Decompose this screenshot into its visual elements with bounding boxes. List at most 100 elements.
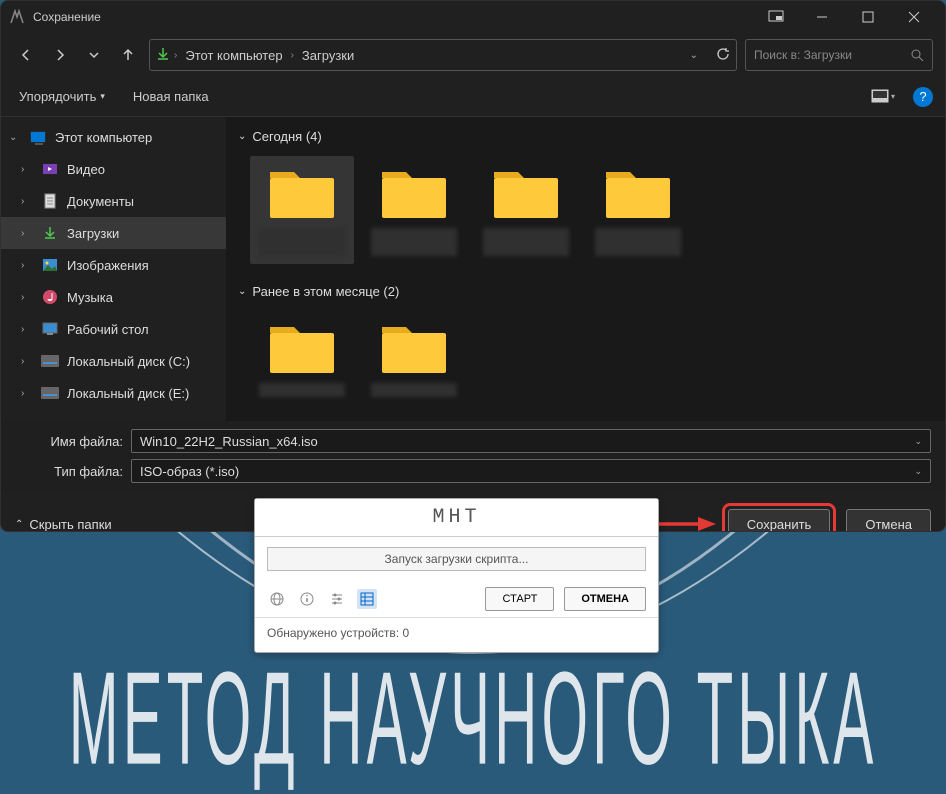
chevron-down-icon[interactable]: ⌄ <box>914 436 922 447</box>
tree-item-disk-e[interactable]: › Локальный диск (E:) <box>1 377 226 409</box>
folder-label-redacted <box>259 383 345 397</box>
help-button[interactable]: ? <box>913 87 933 107</box>
tree-item-music[interactable]: › Музыка <box>1 281 226 313</box>
folder-icon <box>266 164 338 222</box>
folder-label-redacted <box>483 228 569 256</box>
monitor-icon <box>29 128 47 146</box>
pip-button[interactable] <box>753 1 799 33</box>
tree-item-downloads[interactable]: › Загрузки <box>1 217 226 249</box>
images-icon <box>41 256 59 274</box>
folder-icon <box>602 164 674 222</box>
chevron-right-icon[interactable]: › <box>21 388 33 399</box>
video-icon <box>41 160 59 178</box>
secondary-toolbar: СТАРТ ОТМЕНА <box>255 581 658 617</box>
start-button[interactable]: СТАРТ <box>485 587 554 611</box>
list-view-icon[interactable] <box>357 589 377 609</box>
chevron-down-icon[interactable]: ⌄ <box>914 466 922 477</box>
chevron-down-icon: ⌄ <box>238 131 246 142</box>
chevron-right-icon[interactable]: › <box>21 164 33 175</box>
download-icon <box>156 47 170 64</box>
status-prefix: Обнаружено устройств: <box>267 626 402 640</box>
disk-icon <box>41 384 59 402</box>
secondary-app-window: MHT Запуск загрузки скрипта... СТАРТ ОТМ… <box>254 498 659 653</box>
title-bar: Сохранение <box>1 1 945 33</box>
search-input[interactable] <box>754 48 910 62</box>
folder-icon <box>378 319 450 377</box>
filename-label: Имя файла: <box>15 434 123 449</box>
filetype-combobox[interactable]: ISO-образ (*.iso) ⌄ <box>131 459 931 483</box>
settings-icon[interactable] <box>327 589 347 609</box>
toolbar: Упорядочить ▾ Новая папка ▾ ? <box>1 77 945 117</box>
tree-item-this-pc[interactable]: ⌄ Этот компьютер <box>1 121 226 153</box>
minimize-button[interactable] <box>799 1 845 33</box>
tree-item-pictures[interactable]: › Изображения <box>1 249 226 281</box>
tree-item-disk-c[interactable]: › Локальный диск (C:) <box>1 345 226 377</box>
filename-combobox[interactable]: ⌄ <box>131 429 931 453</box>
chevron-down-icon: ⌄ <box>238 286 246 297</box>
app-logo: MHT <box>432 506 480 529</box>
search-box[interactable] <box>745 39 933 71</box>
globe-icon[interactable] <box>267 589 287 609</box>
tree-item-documents[interactable]: › Документы <box>1 185 226 217</box>
chevron-down-icon[interactable]: ⌄ <box>690 50 698 61</box>
group-today: ⌄ Сегодня (4) <box>238 125 933 272</box>
breadcrumb-sep: › <box>291 50 294 61</box>
cancel-button[interactable]: Отмена <box>846 509 931 532</box>
breadcrumb-current[interactable]: Загрузки <box>298 46 358 65</box>
chevron-right-icon[interactable]: › <box>21 356 33 367</box>
folder-label-redacted <box>259 228 345 256</box>
document-icon <box>41 192 59 210</box>
breadcrumb[interactable]: › Этот компьютер › Загрузки ⌄ <box>149 39 737 71</box>
refresh-button[interactable] <box>716 47 730 64</box>
save-dialog-window: Сохранение › Этот компьютер › Загрузки ⌄ <box>0 0 946 532</box>
tree-item-desktop[interactable]: › Рабочий стол <box>1 313 226 345</box>
secondary-header: MHT <box>255 499 658 537</box>
folder-item[interactable] <box>586 156 690 264</box>
group-header[interactable]: ⌄ Ранее в этом месяце (2) <box>238 280 933 303</box>
group-header[interactable]: ⌄ Сегодня (4) <box>238 125 933 148</box>
secondary-cancel-button[interactable]: ОТМЕНА <box>564 587 646 611</box>
tree-item-videos[interactable]: › Видео <box>1 153 226 185</box>
organize-button[interactable]: Упорядочить ▾ <box>13 85 111 108</box>
folder-item[interactable] <box>250 311 354 405</box>
filetype-value: ISO-образ (*.iso) <box>140 464 239 479</box>
status-bar: Обнаружено устройств: 0 <box>255 617 658 652</box>
chevron-up-icon: ⌃ <box>15 519 23 530</box>
new-folder-button[interactable]: Новая папка <box>127 85 215 108</box>
save-button[interactable]: Сохранить <box>728 509 831 532</box>
folder-label-redacted <box>595 228 681 256</box>
desktop-icon <box>41 320 59 338</box>
content-area: ⌄ Этот компьютер › Видео › Документы › З… <box>1 117 945 421</box>
chevron-right-icon[interactable]: › <box>21 260 33 271</box>
info-icon[interactable] <box>297 589 317 609</box>
chevron-right-icon[interactable]: › <box>21 228 33 239</box>
folder-item[interactable] <box>362 156 466 264</box>
file-list[interactable]: ⌄ Сегодня (4) <box>226 117 945 421</box>
download-icon <box>41 224 59 242</box>
folder-item[interactable] <box>250 156 354 264</box>
chevron-right-icon[interactable]: › <box>21 196 33 207</box>
view-mode-button[interactable]: ▾ <box>869 83 897 111</box>
close-button[interactable] <box>891 1 937 33</box>
forward-button[interactable] <box>47 42 73 68</box>
app-icon <box>9 9 25 25</box>
chevron-right-icon[interactable]: › <box>21 292 33 303</box>
breadcrumb-root[interactable]: Этот компьютер <box>181 46 286 65</box>
background-text: МЕТОД НАУЧНОГО ТЫКА <box>69 643 878 794</box>
filename-panel: Имя файла: ⌄ Тип файла: ISO-образ (*.iso… <box>1 421 945 493</box>
folder-tree: ⌄ Этот компьютер › Видео › Документы › З… <box>1 117 226 421</box>
chevron-right-icon[interactable]: › <box>21 324 33 335</box>
filename-input[interactable] <box>140 434 914 449</box>
devices-count: 0 <box>402 626 409 640</box>
chevron-down-icon[interactable]: ⌄ <box>9 132 21 143</box>
maximize-button[interactable] <box>845 1 891 33</box>
recent-dropdown[interactable] <box>81 42 107 68</box>
folder-label-redacted <box>371 383 457 397</box>
folder-item[interactable] <box>362 311 466 405</box>
up-button[interactable] <box>115 42 141 68</box>
back-button[interactable] <box>13 42 39 68</box>
folder-item[interactable] <box>474 156 578 264</box>
music-icon <box>41 288 59 306</box>
filetype-label: Тип файла: <box>15 464 123 479</box>
hide-folders-button[interactable]: ⌃ Скрыть папки <box>15 517 112 532</box>
